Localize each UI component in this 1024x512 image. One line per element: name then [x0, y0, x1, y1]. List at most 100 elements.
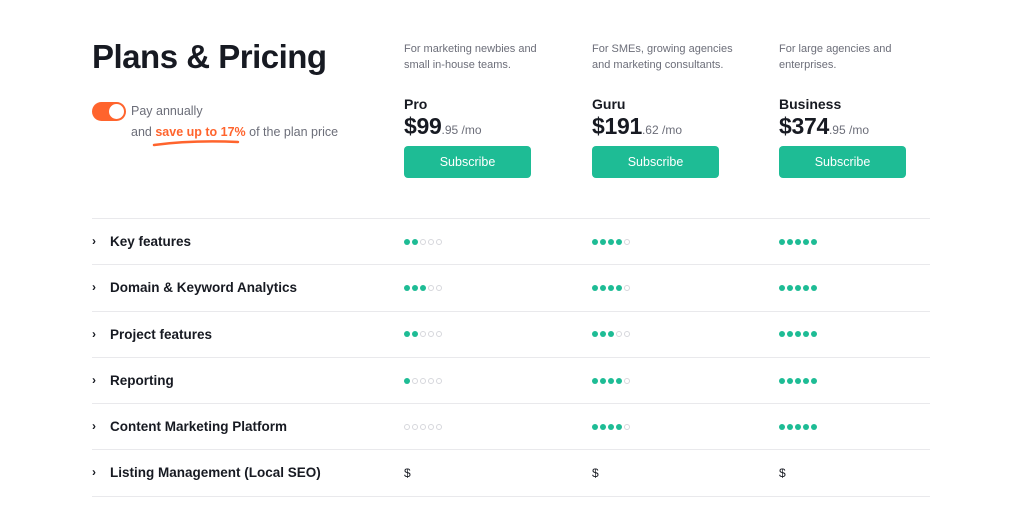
savings-note: and save up to 17% of the plan price	[131, 125, 338, 139]
feature-row[interactable]: › Domain & Keyword Analytics	[92, 265, 930, 312]
plan-name: Pro	[404, 96, 428, 112]
rating-dot-empty	[420, 238, 426, 245]
rating-dot-filled	[795, 377, 801, 384]
rating-dot-empty	[436, 284, 442, 291]
rating-dot-filled	[795, 238, 801, 245]
rating-dot-filled	[412, 331, 418, 338]
plan-price: $374.95 /mo	[779, 113, 929, 141]
feature-row[interactable]: › Project features	[92, 312, 930, 358]
rating-cell	[592, 404, 630, 449]
rating-dot-filled	[803, 284, 809, 291]
rating-dot-filled	[779, 423, 785, 430]
rating-dot-filled	[592, 284, 598, 291]
feature-row[interactable]: › Key features	[92, 219, 930, 266]
plan-price: $191.62 /mo	[592, 113, 742, 141]
rating-dot-filled	[803, 377, 809, 384]
price-main: $374	[779, 113, 829, 139]
rating-cell	[779, 265, 817, 310]
plan-name: Business	[779, 96, 842, 112]
rating-dot-filled	[787, 284, 793, 291]
rating-dot-empty	[428, 238, 434, 245]
rating-dot-filled	[420, 284, 426, 291]
rating-dot-filled	[608, 377, 614, 384]
rating-dot-empty	[420, 423, 426, 430]
rating-cell	[404, 265, 442, 310]
rating-dot-filled	[600, 423, 606, 430]
feature-label: Project features	[110, 326, 213, 342]
subscribe-button[interactable]: Subscribe	[779, 146, 906, 178]
paid-addon-indicator: $	[779, 466, 786, 481]
rating-dot-empty	[436, 423, 442, 430]
rating-dot-filled	[600, 284, 606, 291]
price-main: $99	[404, 113, 442, 139]
rating-dot-empty	[420, 331, 426, 338]
rating-dot-filled	[811, 377, 817, 384]
rating-dot-filled	[616, 377, 622, 384]
rating-dot-filled	[795, 423, 801, 430]
rating-dot-empty	[624, 423, 630, 430]
rating-dot-filled	[600, 238, 606, 245]
rating-dot-filled	[592, 331, 598, 338]
rating-dot-filled	[811, 284, 817, 291]
rating-dot-filled	[600, 331, 606, 338]
rating-dot-filled	[779, 238, 785, 245]
rating-dot-filled	[616, 284, 622, 291]
rating-dot-filled	[616, 238, 622, 245]
page-title: Plans & Pricing	[92, 38, 327, 75]
rating-dot-filled	[779, 284, 785, 291]
rating-cell	[592, 312, 630, 357]
rating-dot-empty	[428, 423, 434, 430]
rating-cell	[592, 265, 630, 310]
rating-dot-empty	[412, 423, 418, 430]
rating-dots	[404, 423, 442, 430]
rating-dot-filled	[787, 423, 793, 430]
rating-dot-filled	[404, 238, 410, 245]
plan-name: Guru	[592, 96, 626, 112]
rating-dots	[779, 423, 817, 430]
savings-suffix: of the plan price	[249, 125, 339, 139]
rating-dots	[592, 284, 630, 291]
subscribe-button[interactable]: Subscribe	[592, 146, 719, 178]
rating-dot-filled	[779, 377, 785, 384]
subscribe-button[interactable]: Subscribe	[404, 146, 531, 178]
rating-dot-empty	[624, 331, 630, 338]
rating-dot-empty	[404, 423, 410, 430]
rating-dots	[779, 238, 817, 245]
plan-price: $99.95 /mo	[404, 113, 554, 141]
rating-dot-filled	[616, 423, 622, 430]
rating-dot-filled	[608, 423, 614, 430]
plan-description: For large agencies and enterprises.	[779, 43, 892, 71]
savings-prefix: and	[131, 125, 152, 139]
rating-dots	[779, 284, 817, 291]
rating-dot-filled	[404, 284, 410, 291]
rating-dot-empty	[624, 377, 630, 384]
chevron-right-icon: ›	[92, 234, 96, 248]
paid-addon-indicator: $	[404, 466, 411, 481]
rating-dot-filled	[787, 238, 793, 245]
plan-description: For marketing newbies and small in-house…	[404, 43, 537, 71]
rating-dot-filled	[412, 238, 418, 245]
savings-highlight: save up to 17%	[155, 125, 246, 139]
rating-dot-filled	[608, 238, 614, 245]
feature-row[interactable]: › Listing Management (Local SEO) $ $ $	[92, 450, 930, 497]
rating-cell	[779, 358, 817, 403]
rating-dot-filled	[811, 331, 817, 338]
rating-dot-empty	[428, 331, 434, 338]
rating-dot-empty	[428, 284, 434, 291]
price-cents: .95 /mo	[828, 123, 869, 137]
feature-row[interactable]: › Reporting	[92, 358, 930, 405]
paid-addon-indicator: $	[592, 466, 599, 481]
rating-dot-empty	[624, 284, 630, 291]
rating-cell	[404, 358, 442, 403]
price-main: $191	[592, 113, 642, 139]
chevron-right-icon: ›	[92, 280, 96, 295]
rating-dots	[404, 238, 442, 245]
pay-annually-toggle[interactable]	[92, 102, 126, 121]
rating-dot-empty	[616, 331, 622, 338]
rating-dot-empty	[624, 238, 630, 245]
rating-dots	[592, 377, 630, 384]
plan-card-business: For large agencies and enterprises. Busi…	[779, 42, 929, 178]
rating-dot-filled	[787, 331, 793, 338]
rating-dot-empty	[436, 238, 442, 245]
feature-row[interactable]: › Content Marketing Platform	[92, 404, 930, 451]
